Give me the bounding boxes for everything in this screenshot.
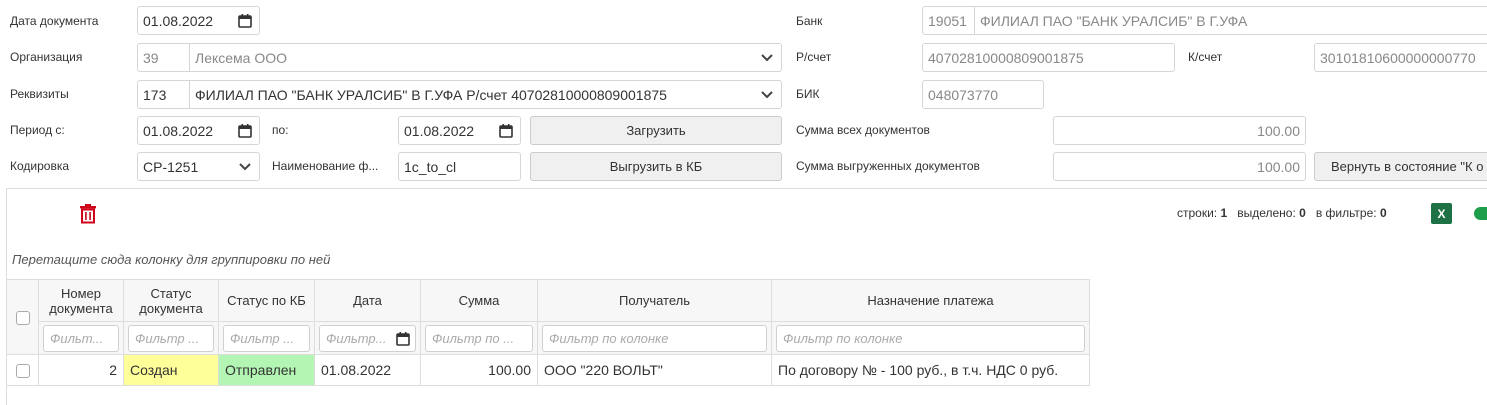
calendar-icon[interactable] bbox=[492, 123, 520, 139]
doc-date-label: Дата документа bbox=[10, 14, 99, 28]
cell-status: Создан bbox=[123, 354, 219, 386]
bank-name: ФИЛИАЛ ПАО "БАНК УРАЛСИБ" В Г.УФА bbox=[980, 12, 1248, 29]
encoding-value: CP-1251 bbox=[143, 158, 199, 175]
corr-label: К/счет bbox=[1188, 50, 1223, 64]
column-filter-input[interactable]: Фильтр ... bbox=[223, 324, 310, 352]
bank-field: 19051 ФИЛИАЛ ПАО "БАНК УРАЛСИБ" В Г.УФА bbox=[922, 6, 1487, 35]
period-from-field[interactable]: 01.08.2022 bbox=[137, 116, 260, 145]
sum-all-label: Сумма всех документов bbox=[796, 123, 930, 137]
column-filter-input[interactable]: Фильтр по ... bbox=[425, 324, 533, 352]
grid-stats: строки: 1 выделено: 0 в фильтре: 0 bbox=[1177, 206, 1387, 220]
excel-export-button[interactable]: X bbox=[1431, 203, 1452, 224]
load-button[interactable]: Загрузить bbox=[530, 116, 782, 145]
req-value: ФИЛИАЛ ПАО "БАНК УРАЛСИБ" В Г.УФА Р/счет… bbox=[195, 86, 667, 103]
selected-label: выделено: bbox=[1237, 206, 1296, 220]
calendar-icon[interactable] bbox=[231, 123, 259, 139]
bank-code: 19051 bbox=[923, 7, 975, 34]
req-label: Реквизиты bbox=[10, 87, 69, 101]
select-all-checkbox[interactable] bbox=[15, 310, 30, 325]
chevron-down-icon[interactable] bbox=[231, 162, 259, 172]
rows-label: строки: bbox=[1177, 206, 1218, 220]
encoding-label: Кодировка bbox=[10, 159, 70, 173]
cell-purpose: По договору № - 100 руб., в т.ч. НДС 0 р… bbox=[771, 354, 1090, 386]
column-header[interactable]: Статус по КБ bbox=[218, 279, 315, 322]
sum-exported-value: 100.00 bbox=[1257, 158, 1300, 175]
group-hint: Перетащите сюда колонку для группировки … bbox=[12, 252, 331, 267]
column-header[interactable]: Назначение платежа bbox=[771, 279, 1090, 322]
calendar-icon[interactable] bbox=[395, 331, 411, 350]
org-select[interactable]: 39 Лексема ООО bbox=[137, 43, 782, 72]
bank-label: Банк bbox=[796, 14, 823, 28]
documents-table: Номер документа Статус документа Статус … bbox=[6, 279, 1090, 386]
date-filter-input[interactable]: Фильтр... bbox=[319, 324, 416, 352]
account-field: 40702810000809001875 bbox=[922, 43, 1175, 72]
period-to-field[interactable]: 01.08.2022 bbox=[398, 116, 521, 145]
filename-value: 1c_to_cl bbox=[404, 158, 457, 175]
date-filter-placeholder: Фильтр... bbox=[326, 330, 387, 346]
sum-all-field: 100.00 bbox=[1053, 116, 1306, 145]
row-select-cell bbox=[6, 354, 39, 386]
org-label: Организация bbox=[10, 50, 83, 64]
table-row[interactable]: 2 Создан Отправлен 01.08.2022 100.00 ООО… bbox=[6, 354, 1090, 386]
bik-field: 048073770 bbox=[922, 80, 1044, 109]
filtered-count: 0 bbox=[1379, 206, 1387, 220]
column-filter-input[interactable]: Фильт... bbox=[43, 324, 119, 352]
sum-all-value: 100.00 bbox=[1257, 122, 1300, 139]
toggle-switch[interactable] bbox=[1474, 207, 1487, 220]
period-to-label: по: bbox=[272, 123, 289, 137]
column-filter-input[interactable]: Фильтр по колонке bbox=[542, 324, 767, 352]
filename-input[interactable]: 1c_to_cl bbox=[398, 152, 521, 181]
column-filter-input[interactable]: Фильтр ... bbox=[128, 324, 214, 352]
calendar-icon[interactable] bbox=[231, 13, 259, 29]
column-header[interactable]: Дата bbox=[314, 279, 421, 322]
bik-value: 048073770 bbox=[928, 86, 999, 103]
trash-icon[interactable] bbox=[79, 204, 97, 224]
column-header[interactable]: Сумма bbox=[420, 279, 538, 322]
req-select[interactable]: 173 ФИЛИАЛ ПАО "БАНК УРАЛСИБ" В Г.УФА Р/… bbox=[137, 80, 782, 109]
doc-date-value: 01.08.2022 bbox=[143, 12, 214, 29]
sum-exported-label: Сумма выгруженных документов bbox=[796, 159, 980, 173]
column-filter-input[interactable]: Фильтр по колонке bbox=[776, 324, 1085, 352]
filename-label: Наименование ф... bbox=[272, 159, 379, 173]
chevron-down-icon[interactable] bbox=[753, 90, 781, 100]
corr-field: 30101810600000000770 bbox=[1314, 43, 1487, 72]
cell-sum: 100.00 bbox=[420, 354, 538, 386]
column-header[interactable]: Статус документа bbox=[123, 279, 219, 322]
account-label: Р/счет bbox=[796, 50, 832, 64]
org-name: Лексема ООО bbox=[195, 49, 288, 66]
chevron-down-icon[interactable] bbox=[753, 53, 781, 63]
period-from-value: 01.08.2022 bbox=[143, 122, 214, 139]
cell-kb-status: Отправлен bbox=[218, 354, 315, 386]
encoding-select[interactable]: CP-1251 bbox=[137, 152, 260, 181]
select-all-cell bbox=[6, 279, 39, 355]
cell-date: 01.08.2022 bbox=[314, 354, 421, 386]
account-value: 40702810000809001875 bbox=[928, 49, 1084, 66]
row-checkbox[interactable] bbox=[15, 364, 30, 379]
cell-number: 2 bbox=[38, 354, 124, 386]
export-button[interactable]: Выгрузить в КБ bbox=[530, 152, 782, 181]
sum-exported-field: 100.00 bbox=[1053, 152, 1306, 181]
selected-count: 0 bbox=[1299, 206, 1306, 220]
column-header[interactable]: Номер документа bbox=[38, 279, 124, 322]
column-header[interactable]: Получатель bbox=[537, 279, 772, 322]
bik-label: БИК bbox=[796, 87, 820, 101]
period-to-value: 01.08.2022 bbox=[404, 122, 475, 139]
period-from-label: Период с: bbox=[10, 123, 65, 137]
req-code: 173 bbox=[138, 81, 190, 108]
corr-value: 30101810600000000770 bbox=[1320, 49, 1476, 66]
doc-date-field[interactable]: 01.08.2022 bbox=[137, 6, 260, 35]
revert-button[interactable]: Вернуть в состояние "К о bbox=[1314, 152, 1487, 181]
cell-recipient: ООО "220 ВОЛЬТ" bbox=[537, 354, 772, 386]
filtered-label: в фильтре: bbox=[1315, 206, 1377, 220]
org-code: 39 bbox=[138, 44, 190, 71]
rows-count: 1 bbox=[1220, 206, 1228, 220]
